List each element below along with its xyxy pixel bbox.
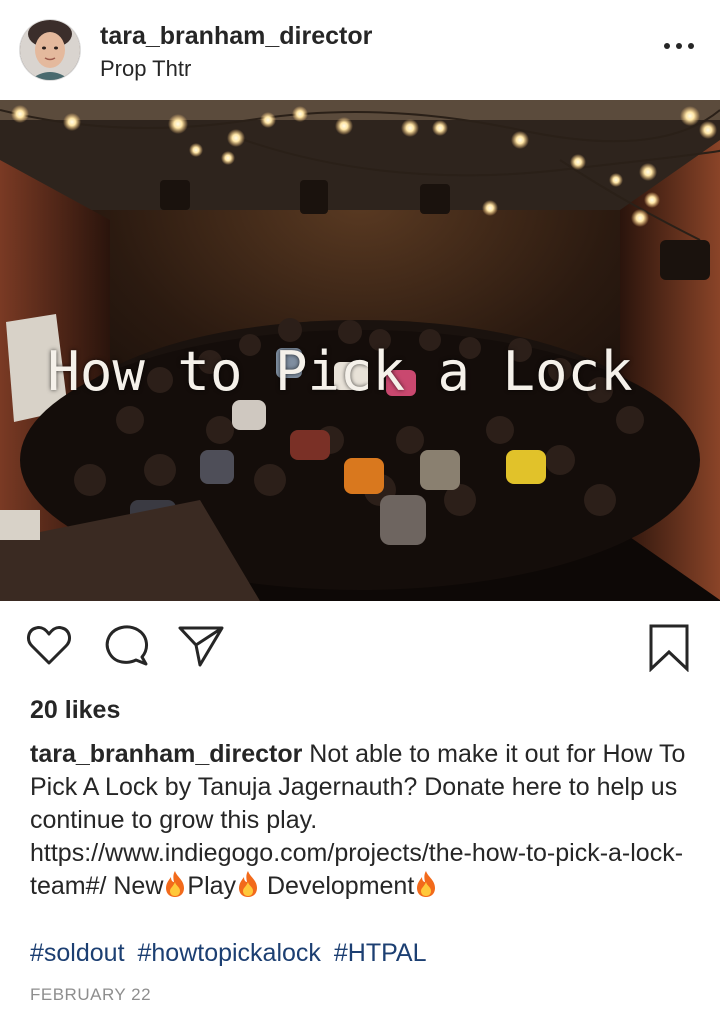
fire-emoji-icon [166,871,185,897]
heart-icon[interactable] [26,624,72,671]
caption-text: Development [266,872,415,900]
post-photo[interactable]: How to Pick a Lock [0,100,720,601]
more-options-icon[interactable] [664,36,694,56]
hashtags: #soldout #howtopickalock #HTPAL [30,939,433,968]
photo-title: How to Pick a Lock [47,340,633,403]
caption-text: Play [187,872,237,900]
post-date: FEBRUARY 22 [30,985,152,1004]
post-caption: tara_branham_director Not able to make i… [30,738,700,903]
username[interactable]: tara_branham_director [100,22,372,51]
hashtag-link[interactable]: #soldout [30,939,125,967]
avatar[interactable] [20,20,80,80]
hashtag-link[interactable]: #howtopickalock [137,939,320,967]
fire-emoji-icon [239,871,258,897]
likes-count[interactable]: 20 likes [30,696,120,725]
fire-emoji-icon [417,871,436,897]
post-header: tara_branham_director Prop Thtr [0,0,720,100]
paper-plane-icon[interactable] [178,624,224,673]
bookmark-icon[interactable] [648,624,690,677]
location[interactable]: Prop Thtr [100,56,191,82]
hashtag-link[interactable]: #HTPAL [334,939,427,967]
comment-icon[interactable] [104,624,150,673]
caption-username[interactable]: tara_branham_director [30,740,302,768]
action-bar [0,616,720,676]
